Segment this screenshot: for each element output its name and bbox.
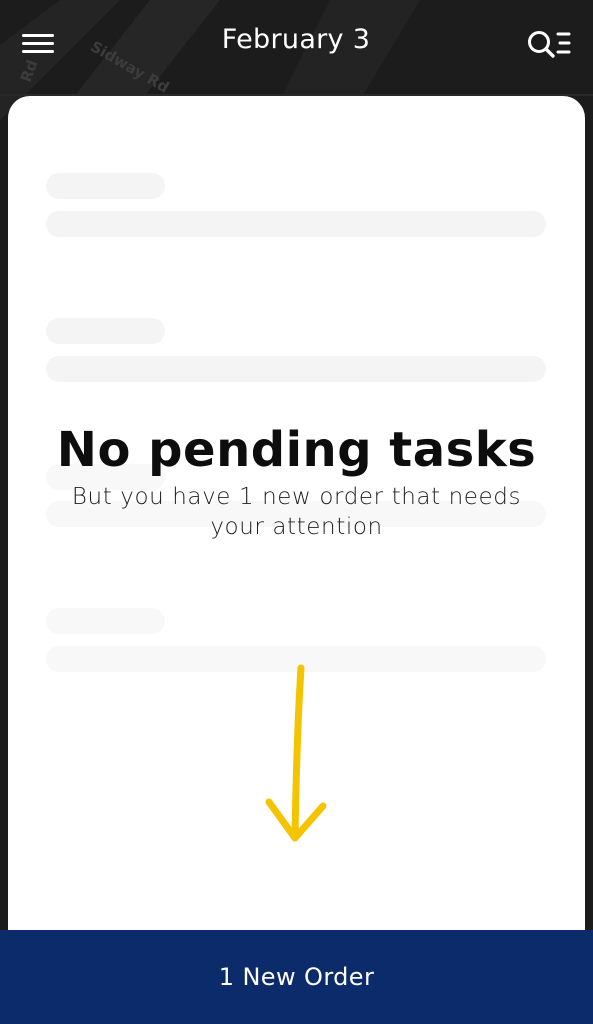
search-list-icon[interactable] xyxy=(526,28,574,60)
skeleton-placeholder xyxy=(46,318,165,344)
skeleton-placeholder xyxy=(46,356,546,382)
skeleton-placeholder xyxy=(46,173,165,199)
page-title: February 3 xyxy=(221,24,371,55)
arrow-down-icon xyxy=(258,656,338,860)
empty-state-subtitle: But you have 1 new order that needs your… xyxy=(71,484,522,540)
skeleton-placeholder xyxy=(46,608,165,634)
hamburger-menu-icon[interactable] xyxy=(20,30,56,56)
skeleton-placeholder xyxy=(46,211,546,237)
empty-state-title: No pending tasks xyxy=(56,422,537,478)
app-header: February 3 xyxy=(0,0,593,92)
tasks-card: No pending tasks But you have 1 new orde… xyxy=(8,96,585,996)
new-order-button[interactable]: 1 New Order xyxy=(0,930,593,1024)
